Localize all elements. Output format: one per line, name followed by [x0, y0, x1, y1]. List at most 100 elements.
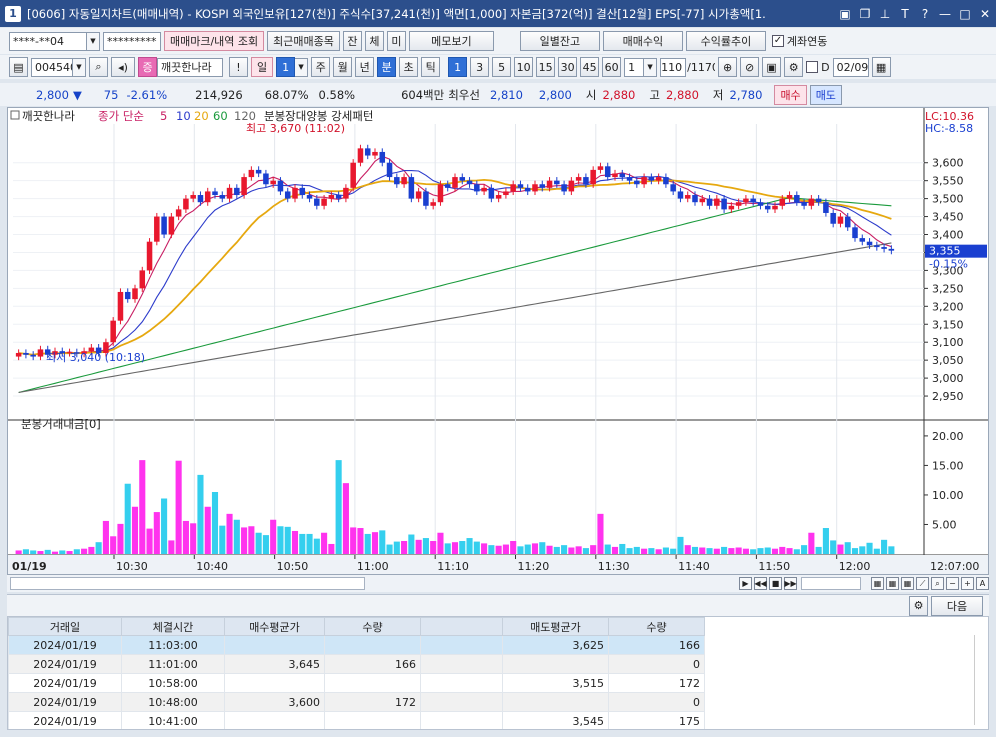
volume-bar: [648, 548, 655, 554]
layout-icon-3[interactable]: ▦: [901, 577, 914, 590]
window-copy-icon[interactable]: ❐: [856, 7, 874, 21]
recent-trades-button[interactable]: 최근매매종목: [267, 31, 340, 51]
period-dropdown-icon[interactable]: ▼: [295, 57, 309, 77]
multiplier-field[interactable]: 1: [624, 57, 645, 77]
zoom-out-icon[interactable]: ⊘: [740, 57, 760, 77]
high-label: 고: [649, 87, 660, 102]
window-layout-icon[interactable]: ▣: [836, 7, 854, 21]
interval-1-button[interactable]: 1: [448, 57, 468, 77]
trade-mark-query-button[interactable]: 매매마크/내역 조회: [164, 31, 265, 51]
stock-code-dropdown-icon[interactable]: ▼: [73, 57, 86, 77]
count-field[interactable]: 110: [660, 57, 687, 77]
layout-icon-2[interactable]: ▦: [886, 577, 899, 590]
interval-5-button[interactable]: 5: [492, 57, 512, 77]
close-icon[interactable]: ✕: [976, 7, 994, 21]
period-year-button[interactable]: 년: [355, 57, 375, 77]
sell-button[interactable]: 매도: [809, 84, 842, 105]
memo-button[interactable]: 메모보기: [408, 31, 494, 51]
x-tick-label: 10:40: [196, 560, 228, 573]
period-tick-button[interactable]: 틱: [421, 57, 441, 77]
trade-profit-button[interactable]: 매매수익: [602, 31, 683, 51]
balance-button[interactable]: 잔: [342, 31, 362, 51]
return-trend-button[interactable]: 수익률추이: [685, 31, 766, 51]
stop-icon[interactable]: ■: [769, 577, 782, 590]
candle-body: [604, 166, 611, 178]
layout-icon-1[interactable]: ▦: [871, 577, 884, 590]
account-link-label: 계좌연동: [786, 35, 828, 48]
alert-icon[interactable]: !: [229, 57, 248, 77]
candle-body: [401, 177, 407, 185]
fast-forward-icon[interactable]: ▶▶: [784, 577, 797, 590]
candle-body: [459, 177, 466, 181]
chart-scrollbar[interactable]: [10, 577, 365, 590]
interval-60-button[interactable]: 60: [602, 57, 622, 77]
interval-3-button[interactable]: 3: [470, 57, 490, 77]
executed-button[interactable]: 체: [364, 31, 384, 51]
table-row[interactable]: 2024/01/19 10:58:00 3,515 172: [8, 673, 705, 693]
help-icon[interactable]: ?: [916, 7, 934, 21]
save-icon[interactable]: ▣: [762, 57, 782, 77]
next-button[interactable]: 다음: [931, 595, 983, 616]
password-field[interactable]: *********: [103, 31, 161, 51]
period-month-button[interactable]: 월: [333, 57, 353, 77]
table-scrollbar[interactable]: [974, 635, 984, 725]
minus-icon[interactable]: −: [946, 577, 959, 590]
pin-icon[interactable]: ⊥: [876, 7, 894, 21]
zoom-in-icon[interactable]: ⊕: [718, 57, 738, 77]
account-field[interactable]: ****-**04: [9, 31, 87, 51]
col-trade-date[interactable]: 거래일: [8, 617, 122, 636]
table-row[interactable]: 2024/01/19 11:01:00 3,645 166 0: [8, 654, 705, 674]
table-row[interactable]: 2024/01/19 10:41:00 3,545 175: [8, 711, 705, 729]
search-icon[interactable]: ⌕: [89, 57, 108, 77]
candle-body: [255, 169, 262, 174]
period-minute-button[interactable]: 분: [377, 57, 397, 77]
plus-icon[interactable]: +: [961, 577, 974, 590]
font-icon[interactable]: T: [896, 7, 914, 21]
chart-panel[interactable]: 3,6003,5503,5003,4503,4003,3503,3003,250…: [7, 107, 989, 575]
text-icon[interactable]: A: [976, 577, 989, 590]
stock-code-field[interactable]: 004540: [31, 57, 73, 77]
speed-slider[interactable]: [801, 577, 861, 590]
table-settings-icon[interactable]: ⚙: [909, 595, 928, 616]
multiplier-dropdown-icon[interactable]: ▼: [644, 57, 658, 77]
unexecuted-button[interactable]: 미: [386, 31, 406, 51]
buy-button[interactable]: 매수: [774, 84, 807, 105]
candle-body: [306, 195, 313, 199]
date-checkbox[interactable]: [806, 61, 819, 73]
period-day-button[interactable]: 일: [251, 57, 274, 77]
maximize-icon[interactable]: □: [956, 7, 974, 21]
trend-line-icon[interactable]: ⟋: [916, 577, 929, 590]
sound-icon[interactable]: ◂): [111, 57, 135, 77]
rewind-icon[interactable]: ◀◀: [754, 577, 767, 590]
settings-icon[interactable]: ⚙: [784, 57, 804, 77]
col-exec-time[interactable]: 체결시간: [121, 617, 225, 636]
chart-type-icon[interactable]: ▤: [9, 57, 28, 77]
y-tick-label: 3,250: [932, 282, 964, 295]
date-field[interactable]: 02/09: [832, 57, 869, 77]
candle-body: [670, 184, 676, 192]
col-sell-avg[interactable]: 매도평균가: [502, 617, 609, 636]
daily-balance-button[interactable]: 일별잔고: [519, 31, 600, 51]
col-buy-avg[interactable]: 매수평균가: [224, 617, 325, 636]
period-second-button[interactable]: 초: [399, 57, 419, 77]
magnify-icon[interactable]: ⌕: [931, 577, 944, 590]
table-row[interactable]: 2024/01/19 10:48:00 3,600 172 0: [8, 692, 705, 712]
col-sell-qty[interactable]: 수량: [608, 617, 705, 636]
candle-body: [372, 151, 378, 156]
account-dropdown-icon[interactable]: ▼: [87, 31, 100, 51]
period-week-button[interactable]: 주: [311, 57, 331, 77]
calendar-icon[interactable]: ▦: [871, 57, 891, 77]
interval-15-button[interactable]: 15: [536, 57, 556, 77]
period-count-field[interactable]: 1: [276, 57, 296, 77]
table-row[interactable]: 2024/01/19 11:03:00 3,625 166: [8, 635, 705, 655]
price-chart[interactable]: 3,6003,5503,5003,4503,4003,3503,3003,250…: [8, 108, 988, 574]
scroll-right-icon[interactable]: ▶: [739, 577, 752, 590]
col-buy-qty[interactable]: 수량: [324, 617, 421, 636]
legend-price-label: 종가 단순: [98, 109, 144, 123]
interval-45-button[interactable]: 45: [580, 57, 600, 77]
interval-30-button[interactable]: 30: [558, 57, 578, 77]
account-link-checkbox[interactable]: ✓: [771, 35, 784, 47]
interval-10-button[interactable]: 10: [514, 57, 534, 77]
table-cell: [224, 711, 325, 729]
minimize-icon[interactable]: —: [936, 7, 954, 21]
